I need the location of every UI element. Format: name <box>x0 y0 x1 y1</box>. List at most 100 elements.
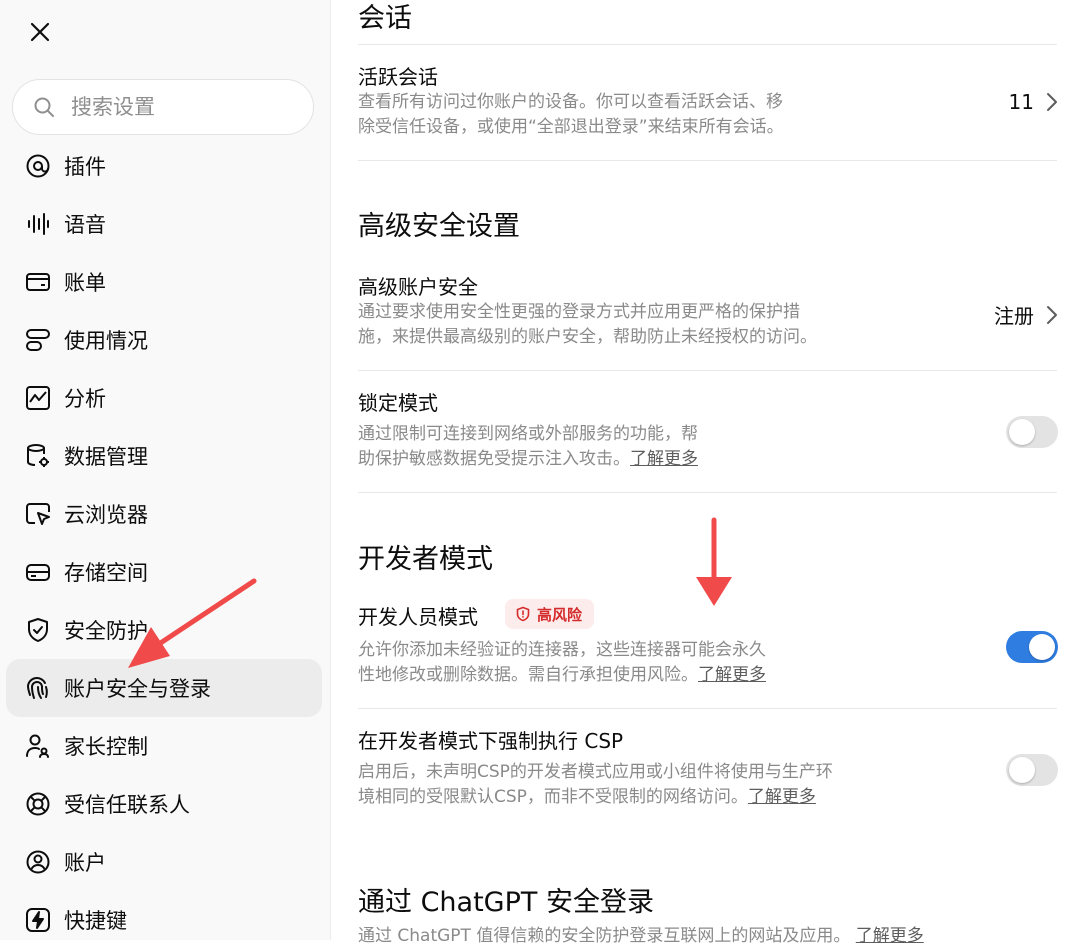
section-title-advanced-security: 高级安全设置 <box>358 211 520 242</box>
sidebar-item-label: 分析 <box>64 387 106 411</box>
sidebar-item-label: 数据管理 <box>64 445 148 469</box>
sidebar-item-label: 存储空间 <box>64 561 148 585</box>
search-input[interactable] <box>69 94 293 120</box>
row-title: 在开发者模式下强制执行 CSP <box>358 729 624 753</box>
sidebar-item-label: 家长控制 <box>64 735 148 759</box>
usage-icon <box>24 326 52 354</box>
lockdown-mode-toggle[interactable] <box>1006 416 1058 448</box>
sidebar-item-voice[interactable]: 语音 <box>6 195 322 253</box>
row-description: 通过限制可连接到网络或外部服务的功能，帮 助保护敏感数据免受提示注入攻击。了解更… <box>358 422 698 472</box>
desc-line: 允许你添加未经验证的连接器，这些连接器可能会永久 <box>358 640 766 660</box>
active-sessions-link[interactable]: 11 <box>1009 90 1058 114</box>
plugin-icon <box>24 152 52 180</box>
chevron-right-icon <box>1047 305 1057 324</box>
toggle-knob <box>1029 634 1055 660</box>
sidebar-item-billing[interactable]: 账单 <box>6 253 322 311</box>
desc-line: 通过要求使用安全性更强的登录方式并应用更严格的保护措 <box>358 302 800 322</box>
enroll-label: 注册 <box>994 304 1034 328</box>
keyboard-shortcut-icon <box>24 906 52 934</box>
sidebar-item-label: 安全防护 <box>64 619 148 643</box>
sidebar-item-label: 账单 <box>64 271 106 295</box>
parental-control-icon <box>24 732 52 760</box>
row-description: 允许你添加未经验证的连接器，这些连接器可能会永久 性地修改或删除数据。需自行承担… <box>358 638 766 688</box>
sidebar-item-label: 账户安全与登录 <box>64 677 211 701</box>
row-description: 查看所有访问过你账户的设备。你可以查看活跃会话、移 除受信任设备，或使用“全部退… <box>358 90 784 140</box>
desc-line: 助保护敏感数据免受提示注入攻击。了解更多 <box>358 447 698 472</box>
divider <box>358 160 1057 161</box>
sidebar-item-label: 账户 <box>64 851 106 875</box>
desc-line: 境相同的受限默认CSP，而非不受限制的网络访问。了解更多 <box>358 785 833 810</box>
row-description: 通过 ChatGPT 值得信赖的安全防护登录互联网上的网站及应用。 了解更多 <box>358 924 1058 949</box>
settings-content: 会话 活跃会话 查看所有访问过你账户的设备。你可以查看活跃会话、移 除受信任设备… <box>331 0 1080 946</box>
sidebar-item-label: 受信任联系人 <box>64 793 190 817</box>
toggle-knob <box>1009 419 1035 445</box>
developer-mode-toggle[interactable] <box>1006 631 1058 663</box>
desc-text: 性地修改或删除数据。需自行承担使用风险。 <box>358 665 698 685</box>
sidebar-item-label: 快捷键 <box>64 909 127 933</box>
badge-label: 高风险 <box>537 605 583 624</box>
sidebar-item-usage[interactable]: 使用情况 <box>6 311 322 369</box>
divider <box>358 370 1057 371</box>
sidebar-item-parental-controls[interactable]: 家长控制 <box>6 717 322 775</box>
divider <box>358 708 1057 709</box>
sidebar-item-analytics[interactable]: 分析 <box>6 369 322 427</box>
enforce-csp-toggle[interactable] <box>1006 754 1058 786</box>
desc-line: 施，来提供最高级别的账户安全，帮助防止未经授权的访问。 <box>358 327 817 347</box>
divider <box>358 44 1057 45</box>
fingerprint-icon <box>24 674 52 702</box>
desc-line: 启用后，未声明CSP的开发者模式应用或小组件将使用与生产环 <box>358 762 833 782</box>
row-description: 启用后，未声明CSP的开发者模式应用或小组件将使用与生产环 境相同的受限默认CS… <box>358 760 833 810</box>
session-count: 11 <box>1008 90 1034 114</box>
sidebar-item-label: 使用情况 <box>64 329 148 353</box>
sidebar-item-label: 云浏览器 <box>64 503 148 527</box>
section-title-developer-mode: 开发者模式 <box>358 544 493 575</box>
sidebar-item-plugins[interactable]: 插件 <box>6 137 322 195</box>
section-title-chatgpt-login: 通过 ChatGPT 安全登录 <box>358 887 654 918</box>
sidebar-item-security[interactable]: 安全防护 <box>6 601 322 659</box>
row-title: 高级账户安全 <box>358 275 478 299</box>
shield-alert-icon <box>516 606 530 622</box>
section-title-sessions: 会话 <box>358 3 412 34</box>
sidebar-item-shortcuts[interactable]: 快捷键 <box>6 891 322 949</box>
learn-more-link[interactable]: 了解更多 <box>698 665 766 685</box>
cloud-browser-icon <box>24 500 52 528</box>
account-avatar-icon <box>24 848 52 876</box>
desc-line: 通过限制可连接到网络或外部服务的功能，帮 <box>358 424 698 444</box>
learn-more-link[interactable]: 了解更多 <box>856 926 924 946</box>
desc-text: 境相同的受限默认CSP，而非不受限制的网络访问。 <box>358 787 748 807</box>
desc-line: 性地修改或删除数据。需自行承担使用风险。了解更多 <box>358 663 766 688</box>
sidebar-item-account-security-login[interactable]: 账户安全与登录 <box>6 659 322 717</box>
sidebar-item-storage[interactable]: 存储空间 <box>6 543 322 601</box>
sidebar-item-cloud-browser[interactable]: 云浏览器 <box>6 485 322 543</box>
settings-nav: 插件 语音 账单 使用情况 分析 数据管理 云浏览器 存储空间 安全防护 账户安… <box>6 137 322 949</box>
voice-wave-icon <box>24 210 52 238</box>
close-icon <box>30 22 50 42</box>
row-title: 开发人员模式 <box>358 605 478 629</box>
desc-text: 助保护敏感数据免受提示注入攻击。 <box>358 449 630 469</box>
search-field[interactable] <box>12 79 314 135</box>
learn-more-link[interactable]: 了解更多 <box>748 787 816 807</box>
lifebuoy-icon <box>24 790 52 818</box>
billing-card-icon <box>24 268 52 296</box>
toggle-knob <box>1009 757 1035 783</box>
storage-drive-icon <box>24 558 52 586</box>
divider <box>358 492 1057 493</box>
search-icon <box>34 97 54 117</box>
analytics-chart-icon <box>24 384 52 412</box>
learn-more-link[interactable]: 了解更多 <box>630 449 698 469</box>
sidebar-item-account[interactable]: 账户 <box>6 833 322 891</box>
row-title: 锁定模式 <box>358 391 438 415</box>
enroll-button[interactable]: 注册 <box>994 300 1058 329</box>
shield-check-icon <box>24 616 52 644</box>
sidebar-item-label: 语音 <box>64 213 106 237</box>
close-button[interactable] <box>22 14 58 50</box>
desc-text: 通过 ChatGPT 值得信赖的安全防护登录互联网上的网站及应用。 <box>358 926 851 946</box>
high-risk-badge: 高风险 <box>505 599 595 629</box>
desc-line: 查看所有访问过你账户的设备。你可以查看活跃会话、移 <box>358 92 783 112</box>
database-gear-icon <box>24 442 52 470</box>
row-title: 活跃会话 <box>358 65 438 89</box>
desc-line: 除受信任设备，或使用“全部退出登录”来结束所有会话。 <box>358 117 784 137</box>
sidebar-item-data-management[interactable]: 数据管理 <box>6 427 322 485</box>
sidebar-item-label: 插件 <box>64 155 106 179</box>
sidebar-item-trusted-contacts[interactable]: 受信任联系人 <box>6 775 322 833</box>
